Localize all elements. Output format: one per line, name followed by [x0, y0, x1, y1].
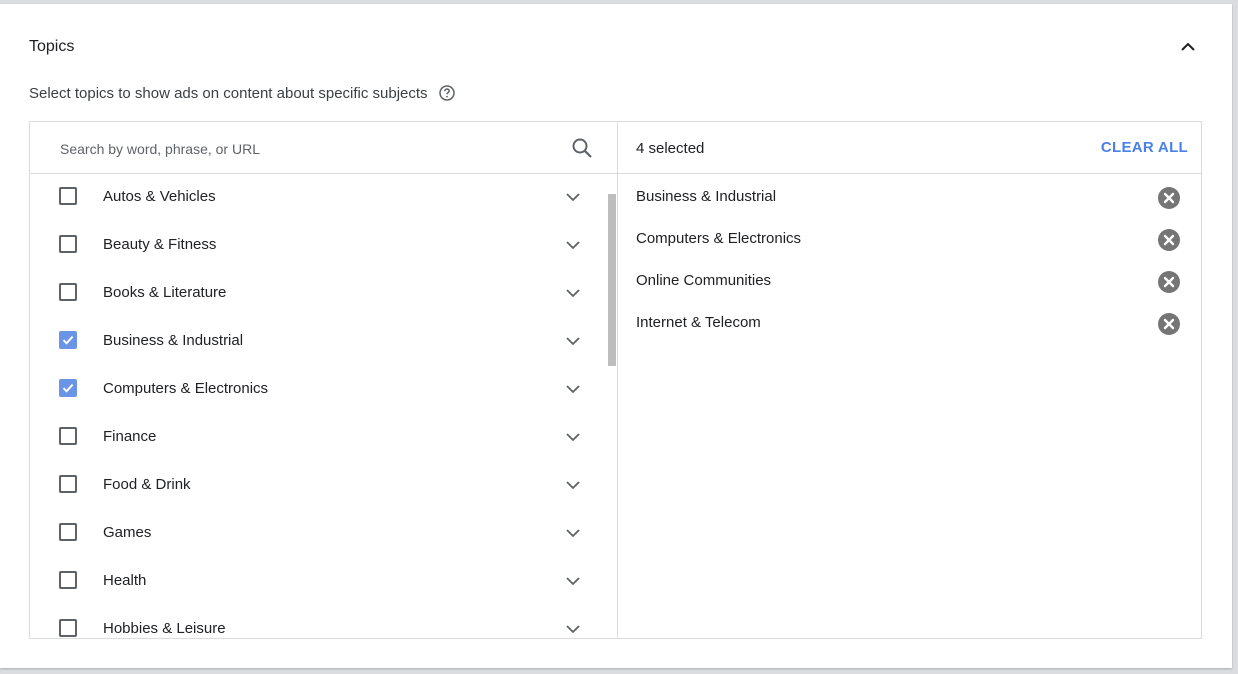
selected-item: Computers & Electronics [618, 217, 1201, 259]
check-icon [62, 383, 74, 393]
search-icon[interactable] [569, 135, 595, 161]
topic-checkbox[interactable] [59, 475, 77, 493]
chevron-down-icon[interactable] [562, 522, 584, 544]
chevron-down-icon[interactable] [562, 330, 584, 352]
topic-label: Business & Industrial [103, 332, 244, 349]
topic-label: Hobbies & Leisure [103, 620, 226, 637]
topics-card: Topics Select topics to show ads on cont… [0, 4, 1232, 668]
selected-topics-pane: 4 selected CLEAR ALL Business & Industri… [618, 122, 1201, 638]
section-subtitle: Select topics to show ads on content abo… [29, 84, 456, 102]
selected-item-label: Online Communities [636, 272, 772, 289]
selected-count: 4 selected [636, 140, 705, 157]
search-input[interactable] [58, 136, 542, 162]
chevron-down-icon[interactable] [562, 474, 584, 496]
topic-label: Computers & Electronics [103, 380, 269, 397]
topic-list-pane: Autos & Vehicles Beauty & Fitness Books … [30, 122, 618, 638]
topic-row[interactable]: Finance [30, 414, 605, 462]
chevron-down-icon[interactable] [562, 282, 584, 304]
topic-row[interactable]: Health [30, 558, 605, 606]
close-circle-icon[interactable] [1157, 270, 1181, 294]
topic-list: Autos & Vehicles Beauty & Fitness Books … [30, 174, 617, 638]
topic-checkbox[interactable] [59, 619, 77, 637]
topic-label: Food & Drink [103, 476, 191, 493]
topic-picker-panel: Autos & Vehicles Beauty & Fitness Books … [29, 121, 1202, 639]
selected-item: Business & Industrial [618, 175, 1201, 217]
close-circle-icon[interactable] [1157, 228, 1181, 252]
topic-checkbox[interactable] [59, 187, 77, 205]
chevron-down-icon[interactable] [562, 234, 584, 256]
chevron-up-icon[interactable] [1176, 34, 1200, 58]
help-circle-icon[interactable] [438, 84, 456, 102]
scrollbar-thumb[interactable] [608, 194, 616, 366]
topic-row[interactable]: Computers & Electronics [30, 366, 605, 414]
selected-item: Internet & Telecom [618, 301, 1201, 343]
topic-label: Books & Literature [103, 284, 227, 301]
chevron-down-icon[interactable] [562, 186, 584, 208]
chevron-down-icon[interactable] [562, 618, 584, 638]
chevron-down-icon[interactable] [562, 570, 584, 592]
topic-label: Health [103, 572, 147, 589]
topic-row[interactable]: Games [30, 510, 605, 558]
topic-label: Beauty & Fitness [103, 236, 217, 253]
topic-label: Games [103, 524, 152, 541]
search-row [30, 122, 617, 174]
topic-row[interactable]: Hobbies & Leisure [30, 606, 605, 638]
topic-row[interactable]: Autos & Vehicles [30, 174, 605, 222]
topic-label: Finance [103, 428, 157, 445]
selected-item-label: Internet & Telecom [636, 314, 761, 331]
chevron-down-icon[interactable] [562, 426, 584, 448]
topic-row[interactable]: Books & Literature [30, 270, 605, 318]
section-title: Topics [29, 38, 75, 55]
topic-row[interactable]: Food & Drink [30, 462, 605, 510]
topic-checkbox[interactable] [59, 571, 77, 589]
check-icon [62, 335, 74, 345]
selected-header: 4 selected CLEAR ALL [618, 122, 1201, 174]
clear-all-button[interactable]: CLEAR ALL [1101, 139, 1188, 156]
topic-checkbox[interactable] [59, 379, 77, 397]
topic-label: Autos & Vehicles [103, 188, 216, 205]
topic-checkbox[interactable] [59, 283, 77, 301]
close-circle-icon[interactable] [1157, 312, 1181, 336]
selected-item: Online Communities [618, 259, 1201, 301]
selected-item-label: Computers & Electronics [636, 230, 802, 247]
topic-row[interactable]: Beauty & Fitness [30, 222, 605, 270]
selected-item-label: Business & Industrial [636, 188, 777, 205]
subtitle-text: Select topics to show ads on content abo… [29, 84, 428, 102]
topic-checkbox[interactable] [59, 235, 77, 253]
chevron-down-icon[interactable] [562, 378, 584, 400]
topic-checkbox[interactable] [59, 427, 77, 445]
topic-checkbox[interactable] [59, 331, 77, 349]
topic-row[interactable]: Business & Industrial [30, 318, 605, 366]
topic-checkbox[interactable] [59, 523, 77, 541]
close-circle-icon[interactable] [1157, 186, 1181, 210]
